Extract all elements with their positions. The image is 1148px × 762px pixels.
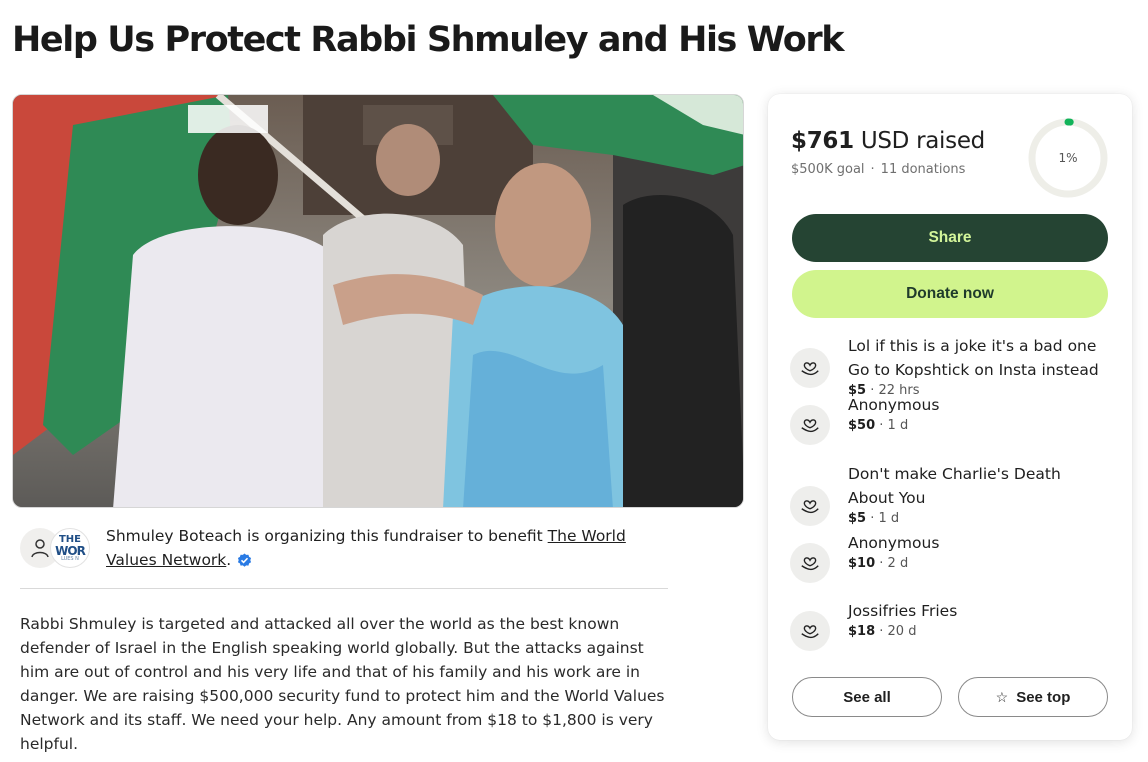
donation-amount: $50 xyxy=(848,418,876,433)
star-icon: ☆ xyxy=(995,688,1009,705)
donation-meta: $5 · 1 d xyxy=(848,511,899,526)
goal-and-count: $500K goal · 11 donations xyxy=(791,162,965,177)
goal-separator: · xyxy=(870,162,875,177)
donation-amount: $5 xyxy=(848,511,867,526)
organizer-suffix: . xyxy=(226,551,232,569)
see-top-button[interactable]: ☆ See top xyxy=(958,677,1108,717)
see-all-button[interactable]: See all xyxy=(792,677,942,717)
donor-name: Don't make Charlie's Death About You xyxy=(848,465,1061,507)
page-title: Help Us Protect Rabbi Shmuley and His Wo… xyxy=(12,20,845,60)
verified-badge-icon xyxy=(238,553,252,567)
donation-time: · 1 d xyxy=(875,418,909,433)
goal-amount: $500K goal xyxy=(791,162,865,177)
hero-photo-illustration xyxy=(13,95,743,507)
donation-meta: $18 · 20 d xyxy=(848,624,916,639)
donations-count: 11 donations xyxy=(880,162,966,177)
donation-amount: $10 xyxy=(848,556,876,571)
organizer-section: THE WOR LUES N Shmuley Boteach is organi… xyxy=(20,524,668,588)
amount-raised: $761 USD raised xyxy=(791,128,985,154)
donation-time: · 1 d xyxy=(866,511,900,526)
beneficiary-logo-line2: WOR xyxy=(55,543,86,558)
heart-hand-icon xyxy=(790,611,830,651)
heart-hand-icon xyxy=(790,405,830,445)
donor-name: Lol if this is a joke it's a bad one Go … xyxy=(848,337,1099,379)
campaign-story: Rabbi Shmuley is targeted and attacked a… xyxy=(20,615,665,753)
heart-hand-icon xyxy=(790,486,830,526)
donate-now-button[interactable]: Donate now xyxy=(792,270,1108,318)
donation-meta: $10 · 2 d xyxy=(848,556,908,571)
beneficiary-logo-line3: LUES N xyxy=(61,555,79,562)
donation-time: · 2 d xyxy=(875,556,909,571)
donor-name: Jossifries Fries xyxy=(848,602,958,620)
see-top-label: See top xyxy=(1016,688,1071,706)
raised-amount-value: $761 xyxy=(791,128,854,154)
organizer-text: Shmuley Boteach is organizing this fundr… xyxy=(106,524,666,572)
heart-hand-icon xyxy=(790,348,830,388)
donation-time: · 20 d xyxy=(875,624,917,639)
donation-amount: $18 xyxy=(848,624,876,639)
donation-meta: $50 · 1 d xyxy=(848,418,908,433)
beneficiary-avatar[interactable]: THE WOR LUES N xyxy=(50,528,90,568)
user-icon xyxy=(31,539,49,558)
donor-name: Anonymous xyxy=(848,534,940,552)
section-divider xyxy=(20,588,668,589)
donation-sidebar-card: $761 USD raised $500K goal · 11 donations … xyxy=(768,94,1132,740)
progress-percent: 1% xyxy=(1058,151,1078,165)
beneficiary-logo-line1: THE xyxy=(58,533,82,545)
campaign-hero-image[interactable] xyxy=(12,94,744,508)
organizer-prefix: Shmuley Boteach is organizing this fundr… xyxy=(106,527,548,545)
raised-amount-suffix: USD raised xyxy=(853,128,985,154)
donor-name: Anonymous xyxy=(848,396,940,414)
share-button[interactable]: Share xyxy=(792,214,1108,262)
heart-hand-icon xyxy=(790,543,830,583)
